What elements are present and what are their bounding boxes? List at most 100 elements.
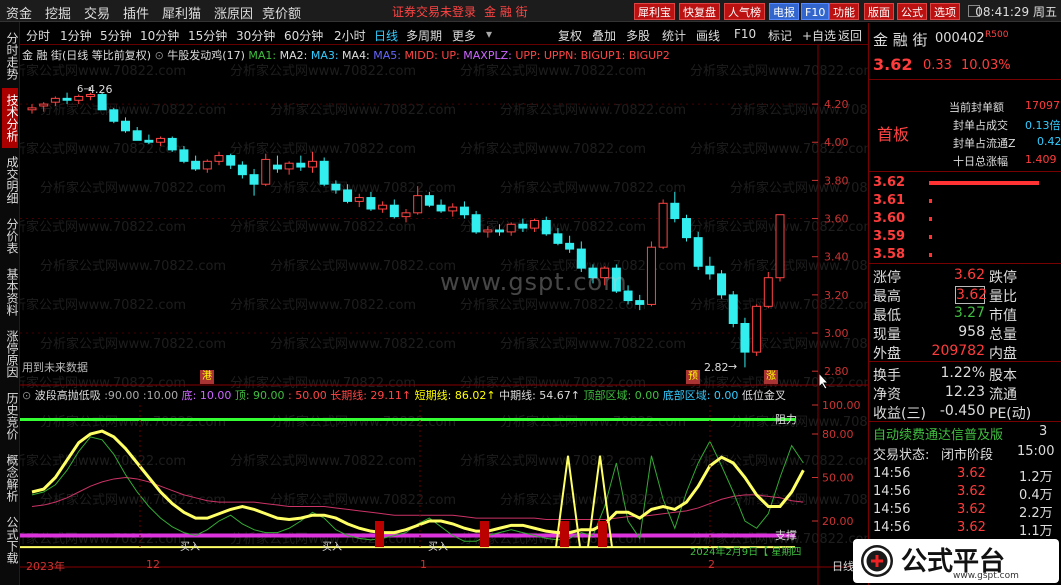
- chart-area[interactable]: 分析家公式网www.70822.com 分析家公式网www.70822.com 分析…: [20, 45, 868, 585]
- tool-f10[interactable]: F10: [734, 27, 756, 41]
- news-ticker[interactable]: 自动续费通达信普及版: [873, 424, 1003, 443]
- price-change-pct: 10.03%: [961, 58, 1011, 73]
- candle-body: [682, 218, 691, 239]
- event-mark-hk[interactable]: 港: [200, 370, 214, 384]
- price-change: 0.33: [923, 58, 952, 73]
- left-tab-bar: 分时走势 技术分析 成交明细 分价表 基本资料 涨停原因 历史竞价 概念解析 公…: [0, 22, 20, 585]
- tab-time-share[interactable]: 分时走势: [2, 26, 19, 86]
- tool-mark[interactable]: 标记: [768, 27, 792, 44]
- tool-overlay[interactable]: 叠加: [592, 27, 616, 44]
- period-1min[interactable]: 1分钟: [60, 27, 92, 44]
- period-60min[interactable]: 60分钟: [284, 27, 323, 44]
- seal-value-2: 0.13倍: [1025, 119, 1061, 132]
- tab-technical-analysis[interactable]: 技术分析: [2, 88, 19, 148]
- tool-add-watchlist[interactable]: +自选: [802, 27, 836, 44]
- tab-history-auction[interactable]: 历史竞价: [2, 386, 19, 446]
- legend-item: 顶: 90.00: [231, 389, 285, 402]
- tab-concept-analysis[interactable]: 概念解析: [2, 448, 19, 508]
- toolbar-button-quick-review[interactable]: 快复盘: [679, 3, 720, 20]
- period-time-share[interactable]: 分时: [26, 27, 50, 44]
- stat-label-right: 跌停: [989, 270, 1017, 286]
- legend-item: UP:: [441, 49, 464, 62]
- stat-value: 3.62: [955, 286, 988, 304]
- toolbar-button-layout[interactable]: 版面: [864, 3, 894, 20]
- candle-body: [319, 160, 329, 185]
- axis-tick-label: 50.00: [822, 472, 854, 485]
- period-10min[interactable]: 10分钟: [140, 27, 179, 44]
- bid-bar: [929, 253, 932, 257]
- tab-basic-info[interactable]: 基本资料: [2, 262, 19, 322]
- menu-item-plugins[interactable]: 插件: [123, 3, 149, 22]
- legend-item: : 50.00: [284, 389, 327, 402]
- period-15min[interactable]: 15分钟: [188, 27, 227, 44]
- tab-formula-download[interactable]: 公式下载: [2, 510, 19, 570]
- period-multi[interactable]: 多周期: [406, 27, 442, 44]
- menu-item-auction[interactable]: 竞价额: [262, 3, 301, 22]
- tool-statistics[interactable]: 统计: [662, 27, 686, 44]
- menu-stock-name: 金 融 街: [484, 5, 528, 19]
- axis-tick-label: 3.60: [824, 213, 849, 226]
- watermark-text: 分析家公式网www.70822.com: [270, 492, 456, 508]
- bottom-period-tab[interactable]: 日线: [832, 558, 854, 574]
- tool-adjust[interactable]: 复权: [558, 27, 582, 44]
- support-label: 支撑: [775, 529, 797, 542]
- tool-back[interactable]: 返回: [838, 27, 862, 44]
- candle-body: [495, 229, 504, 233]
- stat-value: 3.27: [953, 305, 985, 321]
- watermark-text: 分析家公式网www.70822.com: [500, 180, 686, 196]
- candle-body: [366, 197, 376, 210]
- tool-draw-line[interactable]: 画线: [696, 27, 720, 44]
- indicator-name: 波段高抛低吸: [34, 389, 101, 402]
- seal-value-1: 17097: [1025, 99, 1060, 112]
- date-label-12: 12: [146, 558, 160, 571]
- tab-price-table[interactable]: 分价表: [2, 212, 19, 260]
- legend-item: 底部区域: 0.00: [659, 389, 739, 402]
- toolbar-button-f10[interactable]: F10: [801, 3, 830, 20]
- signal-bar: [480, 521, 489, 548]
- settings-circle-icon[interactable]: ⊙: [155, 49, 164, 62]
- menu-item-limitup-reason[interactable]: 涨原因: [214, 3, 253, 22]
- period-5min[interactable]: 5分钟: [100, 27, 132, 44]
- menu-item-xilimao[interactable]: 犀利猫: [162, 3, 201, 22]
- stat2-value: -0.450: [939, 403, 985, 419]
- period-daily[interactable]: 日线: [374, 27, 398, 44]
- watermark-text: 分析家公式网www.70822.com: [40, 258, 226, 274]
- candle-body: [378, 204, 388, 210]
- period-2hour[interactable]: 2小时: [334, 27, 366, 44]
- toolbar-button-function[interactable]: 功能: [829, 3, 859, 20]
- period-30min[interactable]: 30分钟: [236, 27, 275, 44]
- settings-circle-icon[interactable]: ⊙: [22, 389, 31, 402]
- trade-status: 闭市阶段: [941, 448, 994, 463]
- tab-trade-details[interactable]: 成交明细: [2, 150, 19, 210]
- menu-item-mining[interactable]: 挖掘: [45, 3, 71, 22]
- menu-item-trade[interactable]: 交易: [84, 3, 110, 22]
- candle-body: [646, 246, 656, 305]
- menu-item-funds[interactable]: 资金: [6, 3, 32, 22]
- login-notice[interactable]: 证券交易未登录: [392, 3, 476, 20]
- period-more[interactable]: 更多: [452, 27, 476, 44]
- event-mark-forecast[interactable]: 预: [686, 370, 700, 384]
- buy-signal-3: 买入: [428, 542, 448, 553]
- candle-body: [284, 162, 294, 170]
- tool-multi-stock[interactable]: 多股: [626, 27, 650, 44]
- toolbar-button-options[interactable]: 选项: [930, 3, 960, 20]
- chevron-down-icon[interactable]: ▾: [486, 27, 492, 41]
- candle-body: [775, 214, 785, 279]
- toolbar-button-xilibao[interactable]: 犀利宝: [634, 3, 675, 20]
- candle-body: [226, 155, 236, 166]
- candle-body: [541, 219, 551, 235]
- center-watermark: www.gspt.com: [440, 268, 628, 296]
- candle-body: [27, 107, 37, 111]
- watermark-text: 分析家公式网www.70822.com: [40, 102, 226, 118]
- bid-price: 3.58: [873, 247, 906, 262]
- date-label-1: 1: [420, 558, 427, 571]
- tab-limitup-reason[interactable]: 涨停原因: [2, 324, 19, 384]
- watermark-text: 分析家公式网www.70822.com: [230, 63, 416, 79]
- legend-item: 底: 10.00: [178, 389, 232, 402]
- event-mark-limitup[interactable]: 涨: [764, 370, 778, 384]
- stat-label: 最低: [873, 308, 901, 324]
- axis-tick-label: 4.20: [824, 98, 849, 111]
- toolbar-button-formula[interactable]: 公式: [897, 3, 927, 20]
- toolbar-button-telegraph[interactable]: 电报: [769, 3, 799, 20]
- toolbar-button-popularity[interactable]: 人气榜: [724, 3, 765, 20]
